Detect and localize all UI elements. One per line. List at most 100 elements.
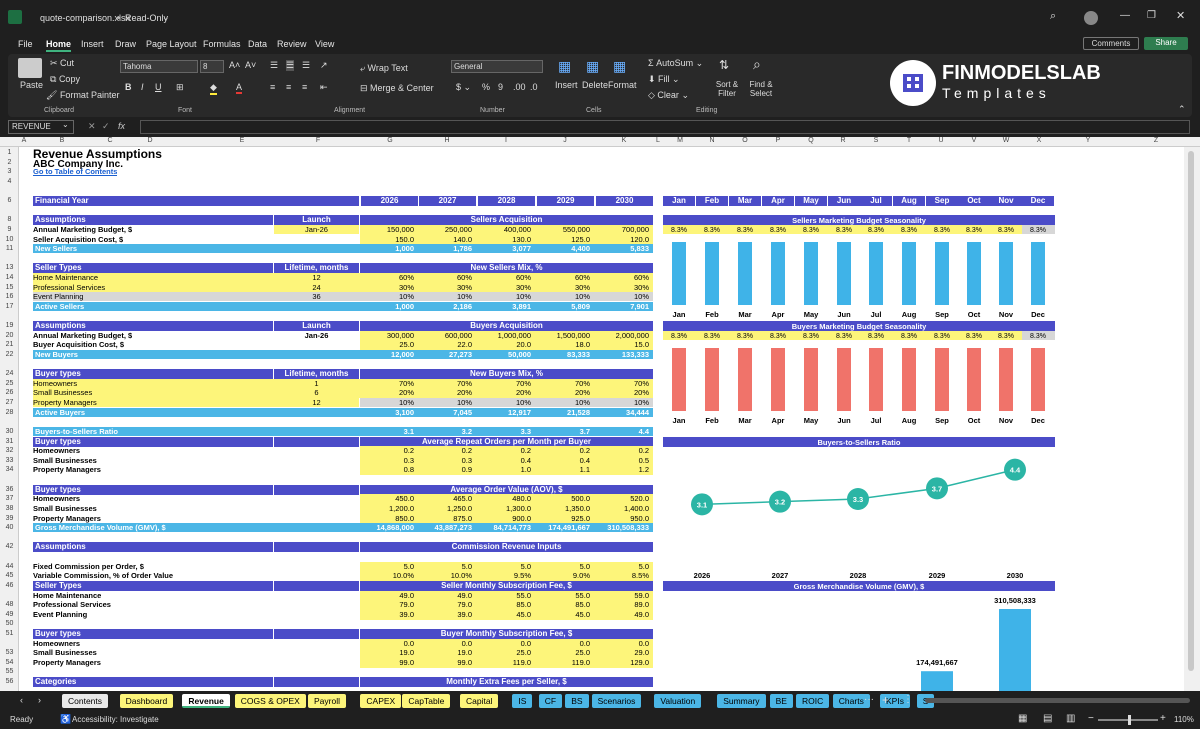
sheet-tab[interactable]: Capital [460,694,499,708]
menu-draw[interactable]: Draw [115,39,136,49]
prev-sheet-icon[interactable]: ‹ [20,695,23,705]
sheet-tab[interactable]: Summary [717,694,766,708]
normal-view-icon[interactable]: ▦ [1018,713,1027,724]
sheet-tab[interactable]: CapTable [402,694,451,708]
sheet-tab[interactable]: Revenue [182,694,230,708]
align-center-icon[interactable]: ≡ [286,82,291,92]
menu-insert[interactable]: Insert [81,39,104,49]
align-right-icon[interactable]: ≡ [302,82,307,92]
menu-file[interactable]: File [18,39,33,49]
total-value: 12,917 [508,408,531,417]
menu-home[interactable]: Home [46,39,72,52]
increase-decimal-icon[interactable]: .00 [513,82,526,92]
merge-center-button[interactable]: ⊟ Merge & Center [360,83,434,94]
orientation-icon[interactable]: ↗ [320,60,328,71]
restore-icon[interactable]: ❐ [1147,10,1156,21]
zoom-slider[interactable] [1098,715,1158,725]
insert-cells-icon[interactable]: ▦ [558,58,571,75]
minimize-icon[interactable]: — [1120,10,1130,21]
search-icon[interactable]: ⌕ [1050,10,1056,23]
clear-button[interactable]: ◇ Clear ⌄ [648,90,689,101]
percent-icon[interactable]: % [482,82,490,92]
sheet-tab[interactable]: Contents [62,694,109,708]
currency-icon[interactable]: $ ⌄ [456,82,471,93]
font-color-icon[interactable]: A [236,82,243,94]
font-size-select[interactable]: 8 [200,60,224,73]
next-sheet-icon[interactable]: › [38,695,41,705]
zoom-out-icon[interactable]: − [1088,713,1094,724]
bold-icon[interactable]: B [125,82,132,92]
spreadsheet-grid[interactable]: ABCDEFGHIJKLMNOPQRSTUVWXYZ 1 2 3 4 6 8 9 10 11 13… [0,137,1200,691]
page-break-icon[interactable]: ▥ [1066,713,1075,724]
add-sheet-icon[interactable]: + [882,693,889,707]
sheet-tab[interactable]: Payroll [308,694,346,708]
chevron-down-icon[interactable]: ⌄ [162,12,170,23]
sort-filter-button[interactable]: Sort & Filter [713,80,741,98]
sheet-tab[interactable]: BS [565,694,589,708]
menu-review[interactable]: Review [277,39,307,49]
name-box-chevron-icon[interactable]: ⌄ [62,120,69,129]
sheet-tab[interactable]: Dashboard [119,694,174,708]
align-left-icon[interactable]: ≡ [270,82,275,92]
increase-font-icon[interactable]: A˄ [229,60,240,70]
borders-icon[interactable]: ⊞ [176,82,184,93]
row-header: 19 [5,322,14,329]
decrease-decimal-icon[interactable]: .0 [530,82,538,92]
align-middle-icon[interactable]: ☰ [286,60,295,71]
sheet-tab[interactable]: IS [512,694,533,708]
function-icon[interactable]: fx [118,121,125,131]
underline-icon[interactable]: U [155,82,162,92]
zoom-in-icon[interactable]: + [1160,713,1166,724]
cut-button[interactable]: ✂ Cut [50,58,74,69]
share-button[interactable]: Share [1144,37,1188,50]
insert-button[interactable]: Insert [555,80,578,90]
avatar[interactable] [1084,11,1098,25]
sheet-menu-icon[interactable]: ⋮ [903,694,913,705]
more-sheets-icon[interactable]: ··· [864,694,874,705]
cancel-icon[interactable]: ✕ [88,121,96,132]
copy-button[interactable]: ⧉ Copy [50,74,80,85]
align-bottom-icon[interactable]: ☰ [302,60,310,71]
sheet-tab[interactable]: Valuation [654,694,702,708]
enter-icon[interactable]: ✓ [102,121,110,132]
number-format-select[interactable]: General [451,60,543,73]
format-cells-icon[interactable]: ▦ [613,58,626,75]
format-button[interactable]: Format [608,80,637,90]
sheet-tab[interactable]: ROIC [796,694,830,708]
horizontal-scrollbar[interactable] [925,698,1190,703]
formula-input[interactable] [140,120,1190,134]
indent-icon[interactable]: ⇤ [320,82,328,93]
menu-data[interactable]: Data [248,39,267,49]
fill-color-icon[interactable]: ◆ [210,82,217,95]
delete-cells-icon[interactable]: ▦ [586,58,599,75]
sheet-tab[interactable]: BE [769,694,793,708]
sheet-tab[interactable]: COGS & OPEX [234,694,306,708]
autosum-button[interactable]: Σ AutoSum ⌄ [648,58,703,69]
toc-link[interactable]: Go to Table of Contents [33,167,117,176]
close-icon[interactable]: ✕ [1176,9,1185,22]
menu-view[interactable]: View [315,39,334,49]
sheet-tab[interactable]: CAPEX [360,694,402,708]
format-painter-button[interactable]: 🖌 Format Painter [46,90,119,101]
comma-icon[interactable]: 9 [498,82,503,92]
comments-button[interactable]: Comments [1083,37,1139,50]
sheet-tab[interactable]: Scenarios [591,694,642,708]
wrap-text-button[interactable]: ⤶ Wrap Text [360,63,408,74]
font-name-select[interactable]: Tahoma [120,60,198,73]
delete-button[interactable]: Delete [582,80,608,90]
fill-button[interactable]: ⬇ Fill ⌄ [648,74,680,85]
menu-page-layout[interactable]: Page Layout [146,39,197,49]
zoom-level[interactable]: 110% [1174,715,1194,724]
collapse-ribbon-icon[interactable]: ⌃ [1178,104,1186,115]
accessibility-status[interactable]: Accessibility: Investigate [72,715,159,724]
vertical-scrollbar[interactable] [1184,147,1200,691]
paste-button[interactable] [18,58,42,78]
find-select-button[interactable]: Find & Select [745,80,777,98]
paste-label[interactable]: Paste [20,80,43,90]
align-top-icon[interactable]: ☰ [270,60,278,71]
menu-formulas[interactable]: Formulas [203,39,241,49]
page-layout-icon[interactable]: ▤ [1043,713,1052,724]
italic-icon[interactable]: I [141,82,144,92]
decrease-font-icon[interactable]: A˅ [245,60,256,70]
sheet-tab[interactable]: CF [538,694,563,708]
